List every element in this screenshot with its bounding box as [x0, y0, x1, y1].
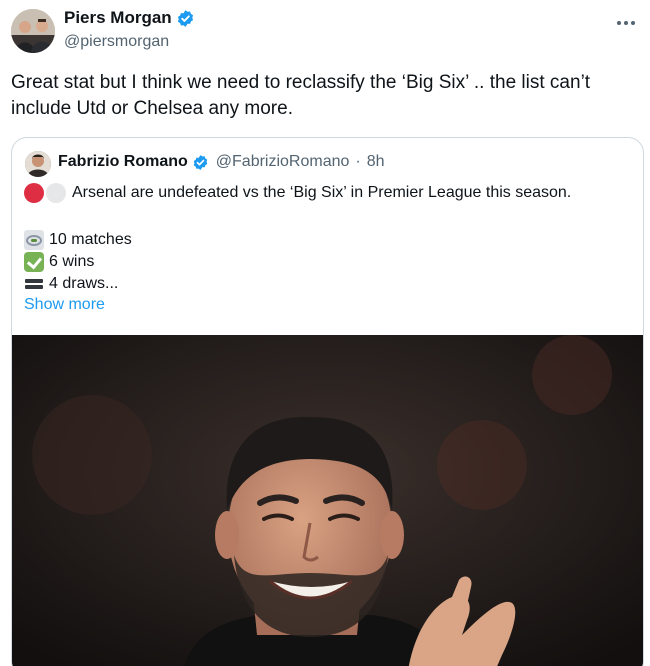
- quoted-text-line: Arsenal are undefeated vs the ‘Big Six’ …: [24, 183, 571, 203]
- author-avatar[interactable]: [11, 9, 55, 53]
- avatar-photo: [11, 9, 55, 53]
- check-mark-icon: [24, 252, 44, 272]
- quoted-media-image[interactable]: [12, 335, 643, 666]
- stat-wins: 6 wins: [24, 252, 94, 272]
- stat-matches-text: 10 matches: [49, 231, 132, 248]
- quoted-author-row: Fabrizio Romano @FabrizioRomano · 8h: [58, 153, 385, 171]
- quoted-verified-badge-icon: [192, 154, 209, 171]
- quoted-text: Arsenal are undefeated vs the ‘Big Six’ …: [72, 184, 572, 201]
- separator-dot: ·: [355, 153, 361, 170]
- quoted-tweet-card[interactable]: Fabrizio Romano @FabrizioRomano · 8h Ars…: [11, 137, 644, 666]
- stadium-icon: [24, 230, 44, 250]
- quoted-author-display-name[interactable]: Fabrizio Romano: [58, 153, 188, 171]
- more-options-icon[interactable]: [616, 10, 636, 31]
- quoted-author-avatar[interactable]: [25, 151, 51, 177]
- quoted-author-handle[interactable]: @FabrizioRomano: [216, 153, 350, 171]
- author-handle[interactable]: @piersmorgan: [64, 33, 169, 51]
- show-more-link[interactable]: Show more: [24, 296, 105, 314]
- equals-icon: [24, 274, 44, 294]
- red-circle-icon: [24, 183, 44, 203]
- stat-wins-text: 6 wins: [49, 253, 95, 270]
- stat-draws: 4 draws...: [24, 274, 118, 294]
- stat-matches: 10 matches: [24, 230, 132, 250]
- white-circle-icon: [46, 183, 66, 203]
- author-name-row: Piers Morgan: [64, 8, 195, 28]
- stat-draws-text: 4 draws...: [49, 275, 119, 292]
- tweet: Piers Morgan @piersmorgan Great stat but…: [0, 0, 650, 666]
- tweet-text: Great stat but I think we need to reclas…: [11, 72, 591, 119]
- author-display-name[interactable]: Piers Morgan: [64, 8, 172, 28]
- quoted-avatar-photo: [25, 151, 51, 177]
- quoted-timestamp[interactable]: 8h: [367, 153, 385, 171]
- smiling-man-photo: [12, 335, 643, 666]
- verified-badge-icon: [176, 9, 195, 28]
